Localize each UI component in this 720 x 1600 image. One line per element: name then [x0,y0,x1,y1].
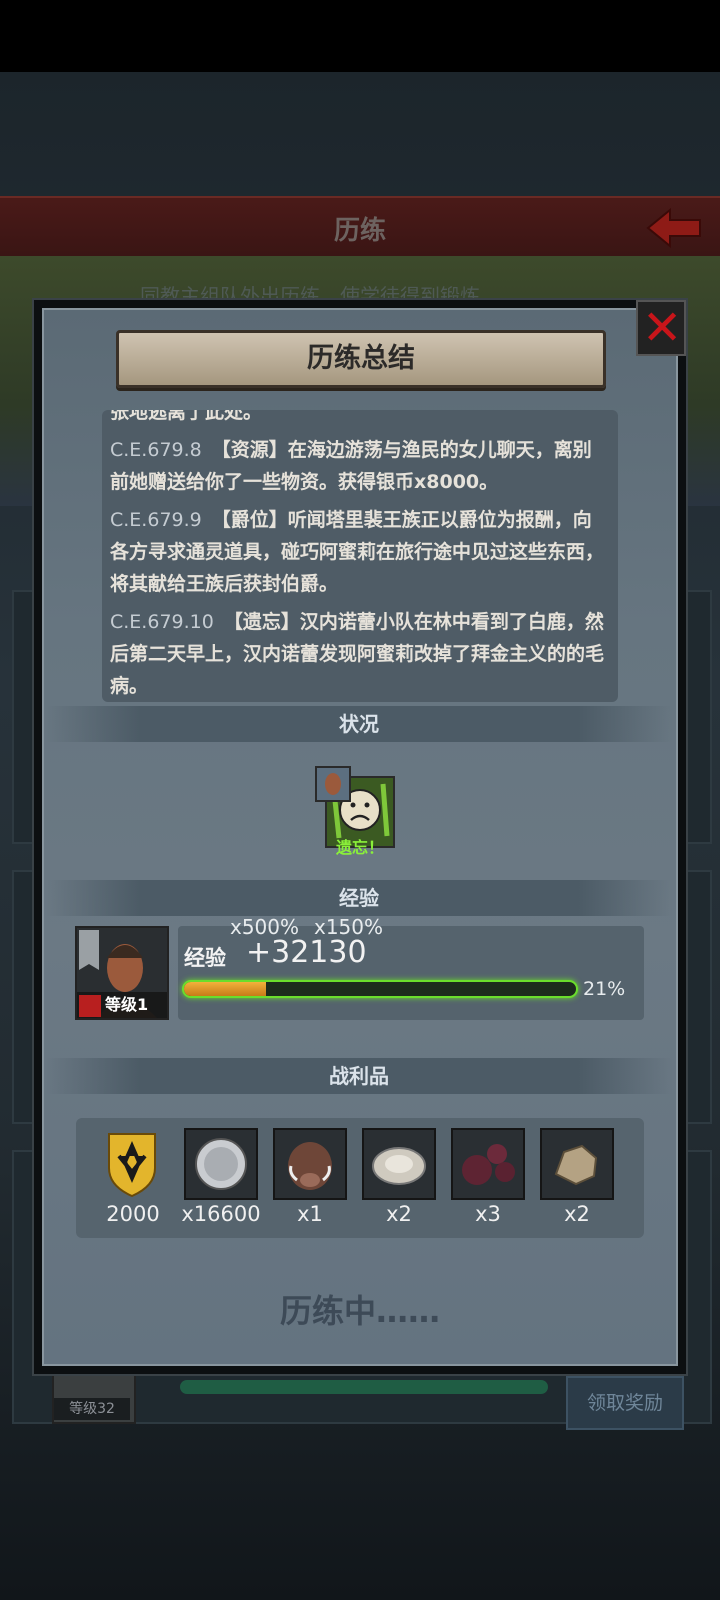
background-progress-bar [180,1380,548,1394]
dialog-title-banner: 历练总结 [116,330,606,388]
status-section-title: 状况 [339,712,379,736]
event-log[interactable]: 张地逃离了此处。 C.E.679.8 【资源】在海边游荡与渔民的女儿聊天，离别前她… [102,410,618,702]
loot-count: x2 [386,1202,412,1226]
class-icon [79,994,101,1017]
log-entry: C.E.679.9 【爵位】听闻塔里裴王族正以爵位为报酬，向各方寻求通灵道具，碰巧… [110,504,610,600]
loot-count: x3 [475,1202,501,1226]
log-text: 张地逃离了此处。 [110,410,263,423]
exp-value: +32130 [246,935,367,970]
status-bar [0,0,720,72]
portrait-level-row: 等级1 [77,992,167,1018]
close-button[interactable]: ✕ [636,300,686,356]
loot-count: x1 [297,1202,323,1226]
oyster-icon[interactable] [362,1128,436,1200]
gold-crest-icon[interactable] [95,1128,169,1200]
exp-section-title: 经验 [339,886,379,910]
status-label: 遗忘！ [335,838,384,857]
log-date: C.E.679.8 [110,439,202,461]
log-entry: C.E.679.8 【资源】在海边游荡与渔民的女儿聊天，离别前她赠送给你了一些物资… [110,434,610,498]
berries-icon[interactable] [451,1128,525,1200]
log-entry: C.E.679.10 【遗忘】汉内诺蕾小队在林中看到了白鹿，然后第二天早上，汉内诺… [110,606,610,702]
loot-count: 2000 [106,1202,160,1226]
exp-progress-text: 21% [583,978,626,1000]
screen-title: 历练 [333,216,386,246]
exp-progress-bar [182,980,578,998]
log-date: C.E.679.10 [110,611,214,633]
character-portrait[interactable]: 等级1 [75,926,169,1020]
top-bar: 历练 [0,196,720,258]
character-mini-portrait [315,766,351,802]
log-entry: 张地逃离了此处。 [110,410,610,428]
portrait-level: 等级1 [105,995,149,1014]
loot-count: x2 [564,1202,590,1226]
loot-section-header: 战利品 [46,1058,672,1094]
training-status: 历练中…… [279,1292,440,1330]
ore-rock-icon[interactable] [540,1128,614,1200]
silver-coin-icon[interactable] [184,1128,258,1200]
log-date: C.E.679.9 [110,509,202,531]
close-icon[interactable]: ✕ [642,300,682,356]
status-section-header: 状况 [46,706,672,742]
exp-progress-fill [184,982,267,996]
background-level-badge: 等级32 [54,1398,130,1420]
loot-count: x16600 [181,1202,261,1226]
back-arrow-icon[interactable] [644,206,704,250]
exp-label: 经验 [184,946,226,970]
exp-section-header: 经验 [46,880,672,916]
boar-head-icon[interactable] [273,1128,347,1200]
dialog-title: 历练总结 [307,343,415,374]
claim-reward-button[interactable]: 领取奖励 [566,1376,684,1430]
loot-section-title: 战利品 [329,1064,389,1088]
